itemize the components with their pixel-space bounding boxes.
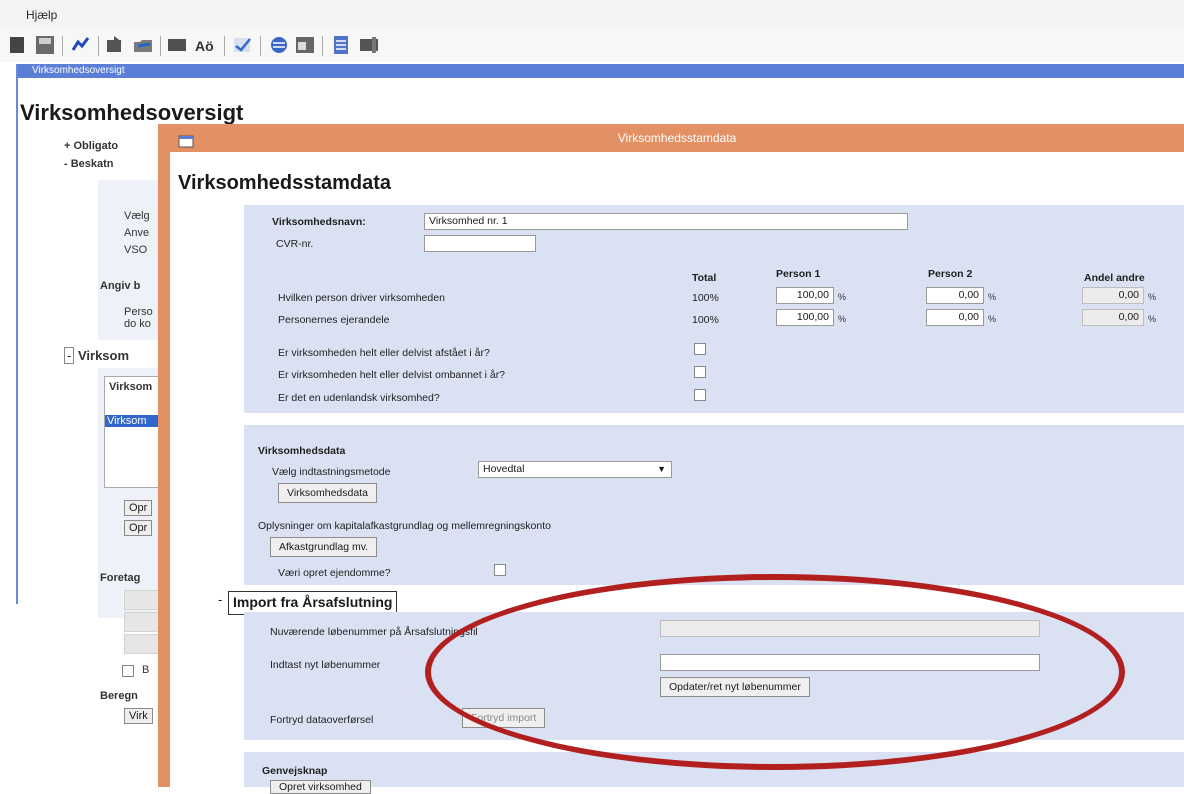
page-title: Virksomhedsoversigt: [20, 100, 244, 125]
beregn-label: Beregn: [100, 690, 138, 702]
cvr-input[interactable]: [424, 235, 536, 252]
film-icon[interactable]: [358, 34, 380, 56]
virksomhedsnavn-label: Virksomhedsnavn:: [272, 216, 366, 228]
window-icon[interactable]: [294, 34, 316, 56]
current-lobenummer-label: Nuværende løbenummer på Årsafslutningsfi…: [270, 626, 478, 638]
document-icon[interactable]: [330, 34, 352, 56]
save-icon[interactable]: [34, 34, 56, 56]
export-icon[interactable]: [104, 34, 126, 56]
collapse-icon: -: [64, 347, 75, 364]
outer-left-border: [16, 64, 18, 604]
pct-unit: %: [988, 292, 997, 302]
col-person1: Person 1: [776, 268, 821, 280]
foretag-row: [124, 590, 162, 610]
expand-sign: +: [64, 140, 71, 152]
row-total: 100%: [692, 314, 719, 326]
question-udenlandsk: Er det en udenlandsk virksomhed?: [278, 392, 440, 404]
spellcheck-icon[interactable]: Aö: [194, 34, 216, 56]
genvej-title: Genvejsknap: [262, 765, 328, 777]
pct-unit: %: [838, 292, 847, 302]
person1-drift-input[interactable]: 100,00: [776, 287, 834, 304]
question-ombannet: Er virksomheden helt eller delvist omban…: [278, 369, 506, 381]
select-label: Vælg indtastningsmetode: [272, 466, 391, 478]
opret-button-2[interactable]: Opr: [124, 520, 153, 536]
section-label: Virksom: [77, 348, 130, 363]
pct-unit: %: [838, 314, 847, 324]
row-total: 100%: [692, 292, 719, 304]
pct-unit: %: [1148, 314, 1157, 324]
annotation-ellipse: [425, 574, 1125, 770]
chevron-down-icon: ▼: [657, 464, 666, 474]
tree-item-label: Obligato: [73, 140, 119, 152]
tab-virksomhedsoversigt[interactable]: Virksomhedsoversigt: [18, 64, 1184, 78]
side-label: Anve: [124, 227, 150, 239]
foretag-row: [124, 634, 162, 654]
person2-drift-input[interactable]: 0,00: [926, 287, 984, 304]
collapse-sign: -: [64, 158, 68, 170]
menu-help[interactable]: Hjælp: [26, 8, 57, 22]
tree-item-label: Beskatn: [70, 158, 114, 170]
side-label: VSO: [124, 244, 148, 256]
back-icon[interactable]: [8, 34, 30, 56]
globe-icon[interactable]: [268, 34, 290, 56]
fortryd-label: Fortryd dataoverførsel: [270, 714, 374, 726]
indtastningsmetode-select[interactable]: Hovedtal ▼: [478, 461, 672, 478]
list-item-selected[interactable]: Virksom: [105, 415, 163, 427]
outer-checkbox-label: B: [142, 664, 150, 676]
collapse-icon[interactable]: -: [218, 592, 228, 610]
opret-virksomhed-button[interactable]: Opret virksomhed: [270, 780, 371, 794]
folder-icon[interactable]: [132, 34, 154, 56]
person1-ejer-input[interactable]: 100,00: [776, 309, 834, 326]
panel-general: [244, 205, 1184, 413]
ejendomme-question: Væri opret ejendomme?: [278, 567, 391, 579]
print-icon[interactable]: [166, 34, 188, 56]
cvr-label: CVR-nr.: [276, 238, 314, 250]
dialog-heading: Virksomhedsstamdata: [178, 172, 392, 194]
udenlandsk-checkbox[interactable]: [694, 389, 706, 401]
person-label: do ko: [124, 318, 151, 330]
side-label: Vælg: [124, 210, 150, 222]
row-label-driver: Hvilken person driver virksomheden: [278, 292, 445, 304]
question-afstaet: Er virksomheden helt eller delvist afstå…: [278, 347, 490, 359]
pct-unit: %: [1148, 292, 1157, 302]
foretag-label: Foretag: [100, 572, 141, 584]
person2-ejer-input[interactable]: 0,00: [926, 309, 984, 326]
col-andel: Andel andre: [1084, 272, 1145, 284]
pct-unit: %: [988, 314, 997, 324]
person-label: Perso: [124, 306, 153, 318]
opret-button[interactable]: Opr: [124, 500, 153, 516]
angiv-label: Angiv b: [100, 280, 141, 292]
tree-item-obligatoriske[interactable]: + Obligato: [64, 140, 118, 152]
afkastgrundlag-button[interactable]: Afkastgrundlag mv.: [270, 537, 378, 557]
list-header: Virksom: [109, 381, 153, 393]
col-person2: Person 2: [928, 268, 973, 280]
ombannet-checkbox[interactable]: [694, 366, 706, 378]
dialog-title: Virksomhedsstamdata: [617, 131, 737, 145]
virk-button[interactable]: Virk: [124, 708, 153, 724]
chart-icon[interactable]: [70, 34, 92, 56]
menu-bar: Hjælp: [0, 0, 1184, 29]
virksomhed-list[interactable]: Virksom Virksom: [104, 376, 163, 488]
tree-item-beskatning[interactable]: - Beskatn: [64, 158, 114, 170]
svg-text:Aö: Aö: [195, 38, 214, 54]
section-virksomheder[interactable]: - Virksom: [64, 347, 130, 364]
panel-virksomhedsdata: [244, 425, 1184, 585]
check-icon[interactable]: [232, 34, 254, 56]
andel-drift-value: 0,00: [1082, 287, 1144, 304]
col-total: Total: [692, 272, 717, 284]
afstaet-checkbox[interactable]: [694, 343, 706, 355]
outer-checkbox[interactable]: [122, 665, 134, 677]
virksomhedsnavn-input[interactable]: Virksomhed nr. 1: [424, 213, 908, 230]
oplysninger-title: Oplysninger om kapitalafkastgrundlag og …: [258, 520, 551, 532]
select-value: Hovedtal: [483, 463, 525, 475]
ejendomme-checkbox[interactable]: [494, 564, 506, 576]
tab-label: Virksomhedsoversigt: [32, 65, 125, 76]
virksomhedsdata-title: Virksomhedsdata: [258, 445, 346, 457]
new-lobenummer-label: Indtast nyt løbenummer: [270, 659, 381, 671]
row-label-ejerandele: Personernes ejerandele: [278, 314, 390, 326]
andel-ejer-value: 0,00: [1082, 309, 1144, 326]
virksomhedsdata-button[interactable]: Virksomhedsdata: [278, 483, 377, 503]
foretag-row: [124, 612, 162, 632]
